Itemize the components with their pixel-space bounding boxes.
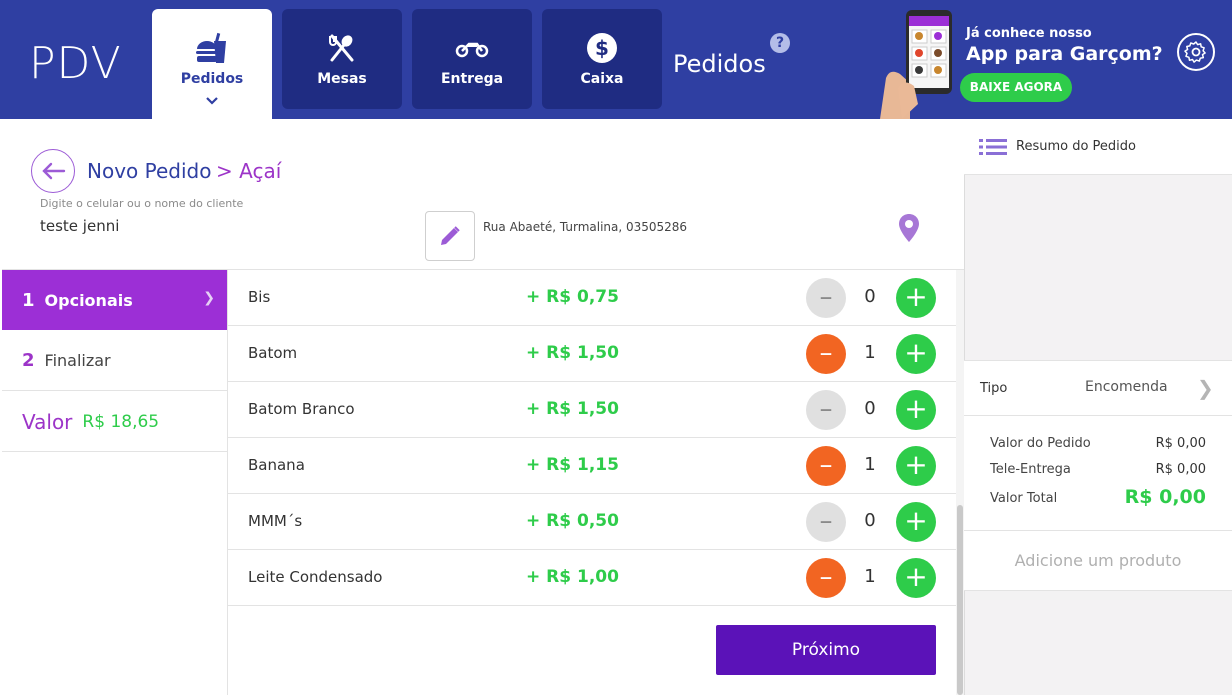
item-quantity: 0 bbox=[864, 510, 876, 531]
help-icon[interactable]: ? bbox=[770, 33, 790, 53]
increment-button[interactable]: + bbox=[896, 502, 936, 542]
step-finalizar[interactable]: 2 Finalizar bbox=[2, 331, 227, 391]
decrement-button[interactable]: – bbox=[806, 390, 846, 430]
promo-line-1: Já conhece nosso bbox=[966, 26, 1092, 41]
item-name: Banana bbox=[248, 456, 305, 474]
delivery-fee-label: Tele-Entrega bbox=[990, 462, 1071, 477]
step-opcionais[interactable]: 1 Opcionais ❯ bbox=[2, 270, 227, 330]
item-quantity: 0 bbox=[864, 398, 876, 419]
increment-button[interactable]: + bbox=[896, 446, 936, 486]
increment-button[interactable]: + bbox=[896, 278, 936, 318]
tab-label: Pedidos bbox=[180, 71, 244, 87]
list-item: Batom Branco + R$ 1,50 – 0 + bbox=[228, 382, 956, 438]
item-quantity: 1 bbox=[864, 454, 876, 475]
item-price: + R$ 1,50 bbox=[526, 399, 619, 419]
order-value-label: Valor bbox=[22, 409, 73, 434]
step-label: Opcionais bbox=[44, 290, 133, 310]
item-price: + R$ 1,00 bbox=[526, 567, 619, 587]
step-number: 1 bbox=[22, 289, 35, 311]
order-total-value: R$ 0,00 bbox=[1124, 486, 1206, 508]
add-product-placeholder: Adicione um produto bbox=[964, 531, 1232, 591]
decrement-button[interactable]: – bbox=[806, 558, 846, 598]
list-item: MMM´s + R$ 0,50 – 0 + bbox=[228, 494, 956, 550]
item-name: MMM´s bbox=[248, 512, 303, 530]
tab-label: Mesas bbox=[317, 71, 367, 87]
tab-mesas[interactable]: Mesas bbox=[282, 9, 402, 109]
order-value: Valor R$ 18,65 bbox=[2, 392, 227, 452]
order-subtotal-label: Valor do Pedido bbox=[990, 436, 1091, 451]
motorcycle-icon bbox=[455, 31, 489, 65]
breadcrumb-sub: > Açaí bbox=[216, 159, 282, 183]
item-price: + R$ 1,15 bbox=[526, 455, 619, 475]
step-label: Finalizar bbox=[44, 351, 111, 370]
arrow-left-icon bbox=[42, 162, 66, 180]
item-quantity: 1 bbox=[864, 566, 876, 587]
fork-spoon-icon bbox=[326, 31, 358, 65]
item-name: Bis bbox=[248, 288, 271, 306]
step-number: 2 bbox=[22, 350, 35, 371]
list-item: Banana + R$ 1,15 – 1 + bbox=[228, 438, 956, 494]
breadcrumb-main: Novo Pedido bbox=[87, 159, 212, 183]
burger-drink-icon bbox=[194, 31, 230, 65]
pencil-icon bbox=[441, 226, 460, 245]
decrement-button[interactable]: – bbox=[806, 334, 846, 374]
section-title: Pedidos bbox=[673, 50, 766, 78]
item-name: Batom bbox=[248, 344, 298, 362]
download-app-button[interactable]: BAIXE AGORA bbox=[960, 73, 1072, 102]
increment-button[interactable]: + bbox=[896, 390, 936, 430]
order-total-label: Valor Total bbox=[990, 491, 1058, 506]
client-field-label: Digite o celular ou o nome do cliente bbox=[40, 197, 244, 210]
summary-title: Resumo do Pedido bbox=[1016, 139, 1136, 154]
increment-button[interactable]: + bbox=[896, 558, 936, 598]
tab-label: Caixa bbox=[580, 71, 624, 87]
tab-caixa[interactable]: $ Caixa bbox=[542, 9, 662, 109]
client-input[interactable] bbox=[40, 217, 410, 235]
phone-app-image[interactable] bbox=[880, 8, 960, 119]
chevron-down-icon bbox=[205, 91, 219, 110]
promo-line-2: App para Garçom? bbox=[966, 43, 1163, 65]
item-price: + R$ 0,75 bbox=[526, 287, 619, 307]
order-type-label: Tipo bbox=[980, 381, 1008, 396]
list-item: Leite Condensado + R$ 1,00 – 1 + bbox=[228, 550, 956, 606]
app-logo: PDV bbox=[29, 38, 122, 89]
location-pin-icon[interactable] bbox=[898, 213, 920, 247]
decrement-button[interactable]: – bbox=[806, 446, 846, 486]
order-type-value: Encomenda bbox=[1085, 379, 1168, 395]
delivery-address: Rua Abaeté, Turmalina, 03505286 bbox=[483, 220, 688, 234]
list-item: Bis + R$ 0,75 – 0 + bbox=[228, 270, 956, 326]
item-price: + R$ 1,50 bbox=[526, 343, 619, 363]
settings-gear-icon[interactable] bbox=[1177, 33, 1215, 71]
increment-button[interactable]: + bbox=[896, 334, 936, 374]
decrement-button[interactable]: – bbox=[806, 502, 846, 542]
svg-text:$: $ bbox=[595, 36, 609, 60]
order-value-amount: R$ 18,65 bbox=[82, 411, 160, 432]
chevron-right-icon[interactable]: ❯ bbox=[1197, 376, 1214, 400]
edit-address-button[interactable] bbox=[425, 211, 475, 261]
item-price: + R$ 0,50 bbox=[526, 511, 619, 531]
dollar-circle-icon: $ bbox=[586, 31, 618, 65]
tab-entrega[interactable]: Entrega bbox=[412, 9, 532, 109]
item-name: Batom Branco bbox=[248, 400, 355, 418]
scrollbar-thumb[interactable] bbox=[957, 505, 963, 695]
back-button[interactable] bbox=[31, 149, 75, 193]
delivery-fee-value: R$ 0,00 bbox=[1155, 462, 1206, 477]
item-quantity: 1 bbox=[864, 342, 876, 363]
list-item: Batom + R$ 1,50 – 1 + bbox=[228, 326, 956, 382]
decrement-button[interactable]: – bbox=[806, 278, 846, 318]
next-button[interactable]: Próximo bbox=[716, 625, 936, 675]
tab-label: Entrega bbox=[440, 71, 504, 87]
order-subtotal-value: R$ 0,00 bbox=[1155, 436, 1206, 451]
tab-pedidos[interactable]: Pedidos bbox=[152, 9, 272, 119]
chevron-right-icon: ❯ bbox=[203, 290, 215, 306]
item-name: Leite Condensado bbox=[248, 568, 383, 586]
item-quantity: 0 bbox=[864, 286, 876, 307]
list-icon bbox=[979, 138, 1007, 160]
